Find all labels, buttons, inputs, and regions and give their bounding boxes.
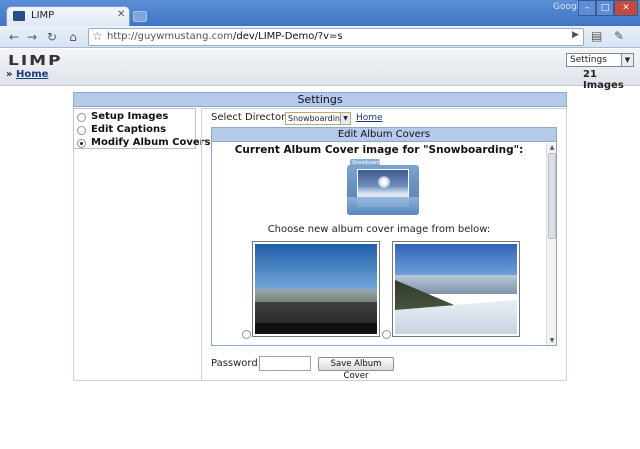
new-tab-button[interactable] [133, 11, 147, 22]
choose-cover-text: Choose new album cover image from below: [267, 224, 491, 235]
browser-titlebar: LIMP ✕ Google – □ ✕ [0, 0, 640, 26]
folder-front [347, 197, 419, 215]
page-menu-icon[interactable]: ▤ [591, 29, 602, 43]
current-album-cover: Snowboarding [347, 157, 419, 217]
page-select[interactable]: Settings ▼ [566, 53, 634, 67]
scroll-down-icon[interactable]: ▼ [547, 336, 557, 345]
minimize-button[interactable]: – [578, 0, 596, 16]
current-cover-heading: Current Album Cover image for "Snowboard… [234, 144, 524, 156]
chevron-down-icon: ▼ [621, 54, 633, 66]
go-icon[interactable]: ▶ [572, 30, 579, 40]
close-window-button[interactable]: ✕ [614, 0, 638, 16]
panel-scrollbar[interactable]: ▲ ▼ [546, 143, 556, 345]
cover-option-radio[interactable] [382, 330, 391, 339]
directory-home-link[interactable]: Home [356, 113, 383, 123]
directory-label: Select Directory: [211, 112, 294, 123]
radio-setup-images[interactable] [77, 113, 86, 122]
settings-title: Settings [73, 92, 567, 107]
password-input[interactable] [259, 356, 311, 371]
reload-icon[interactable]: ↻ [44, 29, 60, 45]
scroll-thumb[interactable] [548, 153, 556, 239]
scroll-up-icon[interactable]: ▲ [547, 143, 557, 152]
breadcrumb: » Home [6, 69, 49, 80]
favicon-icon [13, 11, 25, 21]
wrench-icon[interactable]: ✎ [614, 29, 624, 43]
directory-select-value: Snowboarding [288, 114, 346, 123]
tab-title: LIMP [31, 10, 55, 21]
address-bar[interactable]: ☆ http://guywmustang.com/dev/LIMP-Demo/?… [88, 28, 584, 46]
password-label: Password: [211, 358, 262, 369]
page-select-value: Settings [570, 55, 607, 65]
site-logo: LIMP [8, 53, 63, 69]
home-icon[interactable]: ⌂ [65, 29, 81, 45]
tab-close-icon[interactable]: ✕ [117, 9, 125, 20]
back-arrow-icon[interactable]: ← [6, 29, 22, 45]
edit-album-covers-panel: Edit Album Covers ▲ ▼ Current Album Cove… [211, 127, 557, 346]
maximize-button[interactable]: □ [596, 0, 614, 16]
album-panel-title: Edit Album Covers [212, 128, 556, 142]
cover-option-image[interactable] [252, 241, 380, 337]
radio-modify-album-covers[interactable] [77, 139, 86, 148]
directory-select[interactable]: Snowboarding ▼ [285, 112, 351, 125]
cover-option-image[interactable] [392, 241, 520, 337]
bookmark-star-icon[interactable]: ☆ [92, 29, 103, 43]
image-count: 21 Images [583, 69, 624, 91]
radio-edit-captions[interactable] [77, 126, 86, 135]
url-text: http://guywmustang.com/dev/LIMP-Demo/?v=… [107, 31, 343, 42]
browser-tab[interactable]: LIMP ✕ [6, 6, 130, 26]
browser-toolbar: ← → ↻ ⌂ ☆ http://guywmustang.com/dev/LIM… [0, 26, 640, 48]
cover-option-radio[interactable] [242, 330, 251, 339]
breadcrumb-home-link[interactable]: Home [16, 69, 48, 80]
settings-menu: Setup Images Edit Captions Modify Album … [73, 108, 211, 149]
site-header: LIMP Settings ▼ » Home 21 Images [0, 49, 640, 91]
forward-arrow-icon[interactable]: → [24, 29, 40, 45]
chevron-down-icon: ▼ [340, 113, 350, 124]
save-album-cover-button[interactable]: Save Album Cover [318, 357, 394, 381]
